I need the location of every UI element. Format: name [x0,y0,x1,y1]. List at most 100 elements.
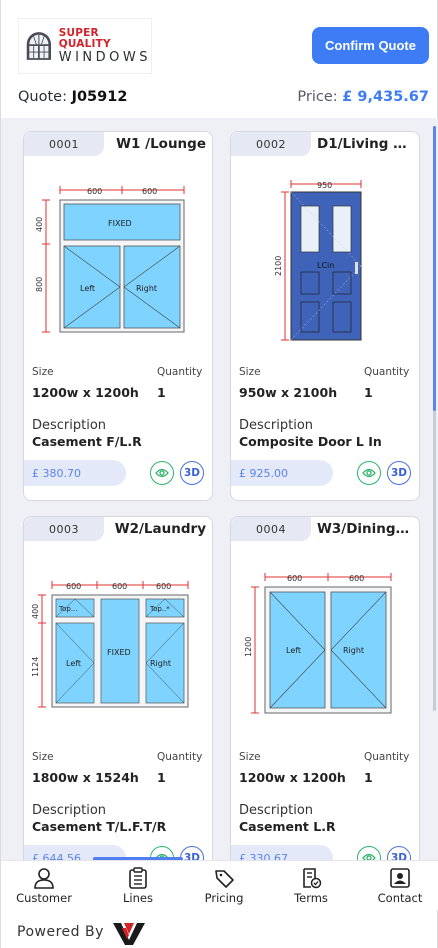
price-label: Price: [297,89,338,105]
line-card[interactable]: 0004 W3/Dining Ro... 600 600 1200 Left [230,516,420,860]
company-logo: SUPER QUALITY WINDOWS [18,18,152,74]
description-label: Description [239,418,314,433]
size-value: 1200w x 1200h [239,770,346,785]
pane-left-label: Left [80,284,95,293]
dim-w1: 600 [287,574,302,583]
pane-fixed-label: FIXED [107,648,131,657]
pane-right-label: Right [150,659,171,668]
size-value: 1800w x 1524h [32,770,139,785]
contact-card-icon [390,868,410,888]
nav-contact[interactable]: Contact [363,867,437,905]
line-card[interactable]: 0002 D1/Living Roo... 950 2100 [230,131,420,501]
dim-h: 2100 [274,256,283,276]
3d-view-button[interactable]: 3D [387,461,411,485]
view-button[interactable] [357,846,381,860]
description-label: Description [239,803,314,818]
quantity-label: Quantity [157,751,203,763]
size-label: Size [32,751,54,763]
dim-w1: 600 [66,582,81,591]
line-card[interactable]: 0001 W1 /Lounge 600 600 400 800 FIXED Le… [23,131,213,501]
line-number: 0004 [231,517,311,541]
size-label: Size [239,366,261,378]
3d-view-button[interactable]: 3D [180,846,204,860]
quote-number-value: J05912 [71,89,128,105]
header: SUPER QUALITY WINDOWS Confirm Quote Quot… [1,0,438,118]
nav-customer[interactable]: Customer [7,867,81,905]
nav-customer-label: Customer [16,891,72,905]
dim-w2: 600 [112,582,127,591]
dim-h1: 400 [35,217,44,232]
dim-h1: 400 [31,604,40,619]
quantity-label: Quantity [157,366,203,378]
pane-top-left-label: Top... [58,605,78,613]
nav-terms-label: Terms [294,891,328,905]
logo-bottom-text: WINDOWS [58,50,151,65]
description-label: Description [32,418,107,433]
description-value: Casement F/L.R [32,434,142,449]
quantity-label: Quantity [364,366,410,378]
door-drawing[interactable]: 950 2100 LCin [231,162,420,357]
pane-fixed-label: FIXED [108,219,132,228]
dim-w1: 600 [87,187,102,196]
line-number: 0003 [24,517,104,541]
quantity-value: 1 [364,770,373,785]
window-logo-icon [26,32,52,60]
scrollbar-thumb[interactable] [433,126,436,411]
window-drawing[interactable]: 600 600 1200 Left Right [231,547,420,742]
line-title: D1/Living Roo... [317,136,413,152]
app-frame: SUPER QUALITY WINDOWS Confirm Quote Quot… [0,0,438,948]
dim-h2: 800 [35,277,44,292]
quote-number: Quote: J05912 [18,89,127,105]
eye-icon [155,468,169,478]
nav-contact-label: Contact [377,891,423,905]
dim-w2: 600 [142,187,157,196]
line-price: £ 380.70 [24,460,126,486]
document-check-icon [303,868,322,889]
line-number: 0002 [231,132,311,156]
quantity-value: 1 [157,770,166,785]
eye-icon [362,853,376,860]
lines-list[interactable]: 0001 W1 /Lounge 600 600 400 800 FIXED Le… [1,118,438,860]
clipboard-list-icon [129,867,147,889]
door-label: LCin [317,261,334,270]
pane-right-label: Right [343,646,364,655]
nav-terms[interactable]: Terms [274,867,348,905]
3d-view-button[interactable]: 3D [180,461,204,485]
line-title: W2/Laundry [114,521,206,537]
dim-w3: 600 [156,582,171,591]
line-title: W3/Dining Ro... [317,521,413,537]
eye-icon [362,468,376,478]
size-value: 950w x 2100h [239,385,338,400]
description-value: Casement T/L.F.T/R [32,819,167,834]
person-icon [34,868,54,889]
line-number: 0001 [24,132,104,156]
description-value: Composite Door L In [239,434,382,449]
size-label: Size [239,751,261,763]
logo-top-text: SUPER QUALITY [58,27,111,50]
vendor-logo [113,923,145,945]
dim-w2: 600 [349,574,364,583]
nav-pricing[interactable]: Pricing [187,867,261,905]
line-card[interactable]: 0003 W2/Laundry 600 600 600 400 1124 Top… [23,516,213,860]
nav-pricing-label: Pricing [204,891,244,905]
line-price: £ 925.00 [231,460,333,486]
description-value: Casement L.R [239,819,336,834]
dim-w: 950 [317,181,332,190]
size-value: 1200w x 1200h [32,385,139,400]
window-drawing[interactable]: 600 600 600 400 1124 Top... Top..* Left … [24,547,213,742]
total-price: Price: £ 9,435.67 [297,89,429,105]
quantity-value: 1 [364,385,373,400]
dim-h2: 1124 [31,657,40,677]
pane-top-right-label: Top..* [149,605,170,613]
window-drawing[interactable]: 600 600 400 800 FIXED Left Right [24,162,213,357]
pane-left-label: Left [66,659,81,668]
nav-lines[interactable]: Lines [101,867,175,905]
powered-by-text: Powered By [17,924,104,940]
confirm-quote-button[interactable]: Confirm Quote [312,27,429,64]
line-title: W1 /Lounge [116,136,206,152]
price-value: £ 9,435.67 [342,89,429,105]
view-button[interactable] [150,461,174,485]
3d-view-button[interactable]: 3D [387,846,411,860]
tag-icon [215,870,234,888]
view-button[interactable] [357,461,381,485]
